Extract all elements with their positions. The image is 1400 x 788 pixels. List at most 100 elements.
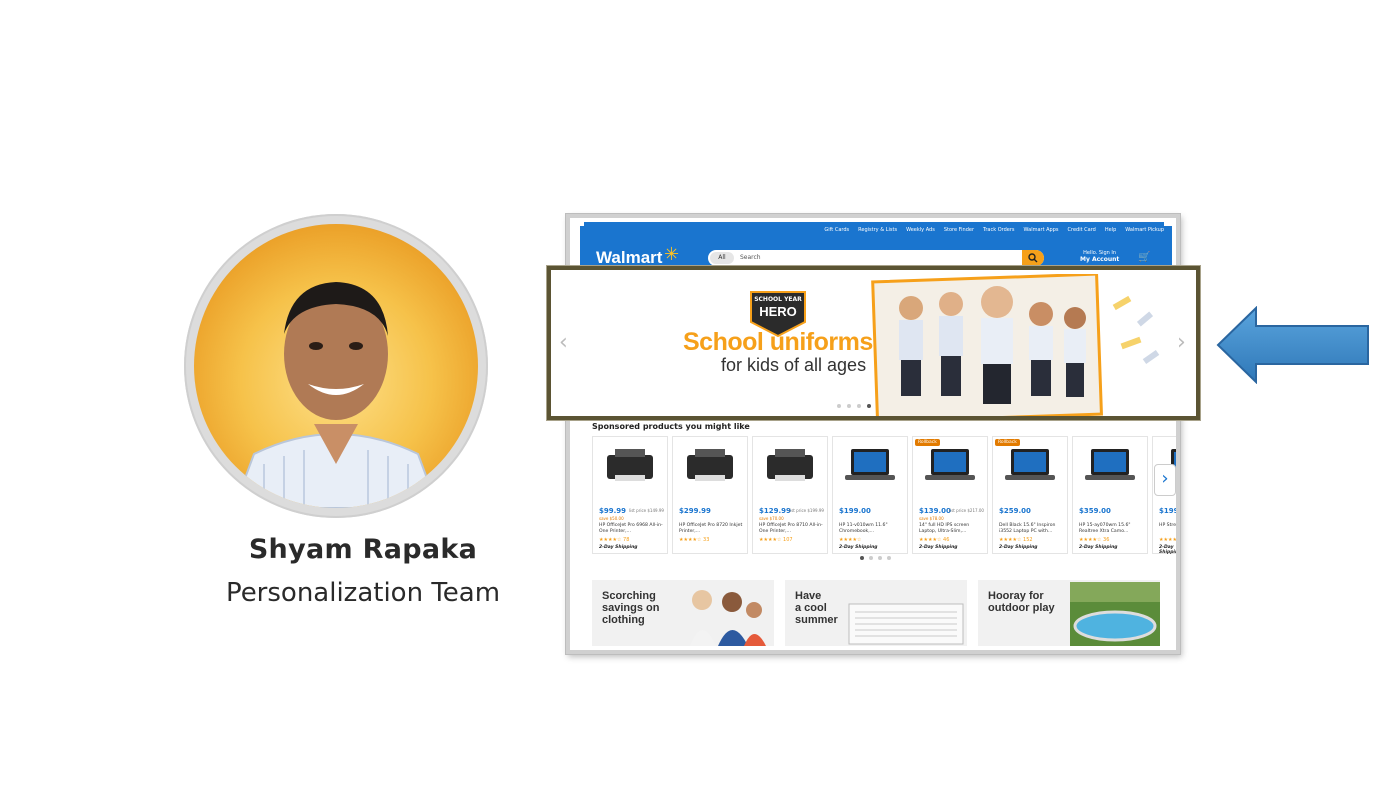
product-card[interactable]: $99.99 list price $149.99 save $50.00 HP Of…: [592, 436, 668, 554]
product-title[interactable]: HP OfficeJet Pro 8710 All-in-One Printer…: [759, 523, 823, 535]
product-card[interactable]: Rollback $139.00 list price $217.00 save $7…: [912, 436, 988, 554]
carousel-dots: [860, 556, 891, 560]
top-link[interactable]: Credit Card: [1068, 227, 1096, 233]
product-price: $359.00: [1079, 507, 1111, 515]
top-link[interactable]: Walmart Pickup: [1125, 227, 1164, 233]
carousel-dot[interactable]: [860, 556, 864, 560]
promo-tile-outdoor[interactable]: Hooray for outdoor play: [978, 580, 1160, 646]
promo-tile-text: Scorching savings on clothing: [602, 590, 660, 626]
confetti-graphic: [1112, 295, 1160, 365]
product-price: $199.00: [1159, 507, 1179, 515]
top-links: Gift Cards Registry & Lists Weekly Ads S…: [584, 222, 1164, 238]
printer-icon: [767, 449, 813, 481]
top-link[interactable]: Weekly Ads: [906, 227, 935, 233]
product-title[interactable]: Dell Black 15.6" Inspiron i3552 Laptop P…: [999, 523, 1063, 535]
product-title[interactable]: HP OfficeJet Pro 6968 All-in-One Printer…: [599, 523, 663, 535]
search-icon: [1028, 253, 1038, 263]
carousel-dot[interactable]: [869, 556, 873, 560]
product-card[interactable]: $299.99 HP OfficeJet Pro 8720 Inkjet Prin…: [672, 436, 748, 554]
search-button[interactable]: [1022, 250, 1044, 266]
carousel-dot[interactable]: [847, 404, 851, 408]
family-photo: [690, 590, 766, 646]
product-title[interactable]: HP 11-v010wm 11.6" Chromebook,...: [839, 523, 903, 535]
laptop-icon: [845, 449, 895, 480]
carousel-dot[interactable]: [878, 556, 882, 560]
promo-tile-text: Hooray for outdoor play: [988, 590, 1055, 614]
walmart-logo[interactable]: Walmart: [596, 248, 662, 268]
top-link[interactable]: Track Orders: [983, 227, 1015, 233]
carousel-dot[interactable]: [867, 404, 871, 408]
laptop-icon: [1005, 449, 1055, 480]
search-bar[interactable]: All Search: [708, 250, 1044, 266]
rating-count: 36: [1103, 537, 1110, 543]
product-list-price: list price $149.99: [629, 508, 664, 513]
product-title[interactable]: HP Stream Windows: [1159, 523, 1176, 529]
person-photo: [232, 282, 440, 508]
shipping-label: 2-Day Shipping: [1159, 545, 1180, 555]
product-rating: ★★★★☆: [839, 537, 862, 543]
presenter-name: Shyam Rapaka: [248, 534, 478, 565]
top-link[interactable]: Help: [1105, 227, 1116, 233]
shipping-label: 2-Day Shipping: [599, 545, 638, 550]
product-rating: ★★★★☆ 152: [999, 537, 1033, 543]
carousel-dot[interactable]: [857, 404, 861, 408]
presenter-team: Personalization Team: [225, 578, 501, 608]
top-link[interactable]: Registry & Lists: [858, 227, 897, 233]
spark-icon: ✳: [664, 244, 680, 265]
department-dropdown[interactable]: All: [710, 252, 734, 264]
sponsored-heading: Sponsored products you might like: [592, 422, 750, 431]
avatar: [194, 224, 478, 508]
pool-photo: [1070, 582, 1160, 646]
product-rating: ★★★★☆: [1159, 537, 1180, 543]
product-rating: ★★★★☆ 46: [919, 537, 950, 543]
pointer-arrow-icon: [1216, 306, 1369, 384]
product-savings: save $78.00: [919, 516, 944, 521]
promo-tile-text: Have a cool summer: [795, 590, 838, 626]
carousel-dot[interactable]: [887, 556, 891, 560]
hero-banner[interactable]: ‹ SCHOOL YEAR HERO School uniforms for k…: [547, 266, 1200, 420]
shipping-label: 2-Day Shipping: [999, 545, 1038, 550]
product-price: $99.99: [599, 507, 627, 515]
product-card[interactable]: $129.99 list price $199.99 save $70.00 HP O…: [752, 436, 828, 554]
product-rating: ★★★★☆ 107: [759, 537, 793, 543]
printer-icon: [687, 449, 733, 481]
product-price: $129.99: [759, 507, 791, 515]
top-link[interactable]: Gift Cards: [824, 227, 849, 233]
search-input[interactable]: Search: [740, 250, 761, 266]
cart-icon[interactable]: 🛒: [1138, 252, 1150, 263]
hero-subtitle: for kids of all ages: [721, 355, 867, 375]
air-conditioner-photo: [848, 603, 964, 645]
promo-tile-clothing[interactable]: Scorching savings on clothing: [592, 580, 774, 646]
carousel-dot[interactable]: [837, 404, 841, 408]
account-label: My Account: [1080, 256, 1120, 263]
chevron-right-icon[interactable]: ›: [1154, 464, 1176, 496]
product-title[interactable]: 14" full HD IPS screen Laptop, Ultra-Sli…: [919, 523, 983, 535]
product-carousel: $99.99 list price $149.99 save $50.00 HP Of…: [592, 436, 1180, 555]
rating-count: 107: [783, 537, 793, 543]
product-card[interactable]: $359.00 HP 15-ay070wm 15.6" Realtree Xtra…: [1072, 436, 1148, 554]
promo-tile-summer[interactable]: Have a cool summer: [785, 580, 967, 646]
product-rating: ★★★★☆ 36: [1079, 537, 1110, 543]
product-price: $299.99: [679, 507, 711, 515]
laptop-icon: [1085, 449, 1135, 480]
product-price: $259.00: [999, 507, 1031, 515]
account-menu[interactable]: Hello. Sign In My Account: [1080, 250, 1119, 263]
product-title[interactable]: HP OfficeJet Pro 8720 Inkjet Printer,...: [679, 523, 743, 535]
chevron-right-icon[interactable]: ›: [1177, 330, 1186, 355]
printer-icon: [607, 449, 653, 481]
product-card[interactable]: $199.00 HP 11-v010wm 11.6" Chromebook,...…: [832, 436, 908, 554]
product-savings: save $50.00: [599, 516, 624, 521]
top-link[interactable]: Store Finder: [944, 227, 974, 233]
product-card[interactable]: Rollback $259.00 Dell Black 15.6" Inspiron…: [992, 436, 1068, 554]
product-list-price: list price $199.99: [789, 508, 824, 513]
top-link[interactable]: Walmart Apps: [1024, 227, 1059, 233]
promo-tiles: Scorching savings on clothing Have a coo…: [592, 576, 1160, 650]
product-title[interactable]: HP 15-ay070wm 15.6" Realtree Xtra Camo..…: [1079, 523, 1143, 535]
chevron-left-icon[interactable]: ‹: [559, 330, 568, 355]
product-price: $139.00: [919, 507, 951, 515]
rating-count: 78: [623, 537, 630, 543]
shipping-label: 2-Day Shipping: [1079, 545, 1118, 550]
product-rating: ★★★★☆ 78: [599, 537, 630, 543]
rating-count: 46: [943, 537, 950, 543]
product-rating: ★★★★☆ 33: [679, 537, 710, 543]
